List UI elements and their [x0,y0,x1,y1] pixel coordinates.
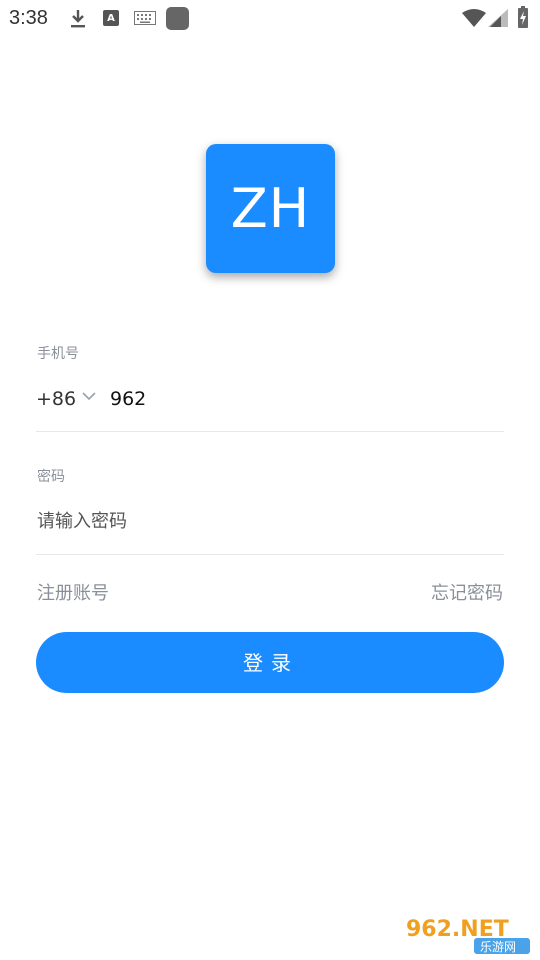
status-time: 3:38 [9,7,48,29]
phone-label: 手机号 [37,346,79,362]
country-code-select[interactable]: +86 [36,388,76,410]
status-bar: 3:38 A [0,0,540,36]
login-button[interactable]: 登录 [36,632,504,693]
wifi-icon [462,9,486,27]
password-input[interactable] [37,506,497,536]
chevron-down-icon[interactable] [81,390,97,402]
divider [36,554,504,555]
watermark-subtitle: 乐游网 [480,940,516,954]
watermark-logo: 962.NET 乐游网 [400,912,534,956]
app-logo: ZH [206,144,335,273]
phone-input[interactable] [110,384,490,414]
keyboard-icon [134,11,156,25]
battery-icon [518,6,528,28]
text-a-icon: A [103,10,119,26]
password-label: 密码 [37,469,65,485]
signal-icon [488,9,508,27]
app-square-icon [166,7,189,30]
download-icon [71,10,85,28]
forgot-password-link[interactable]: 忘记密码 [431,579,503,605]
register-link[interactable]: 注册账号 [37,579,109,605]
divider [36,431,504,432]
